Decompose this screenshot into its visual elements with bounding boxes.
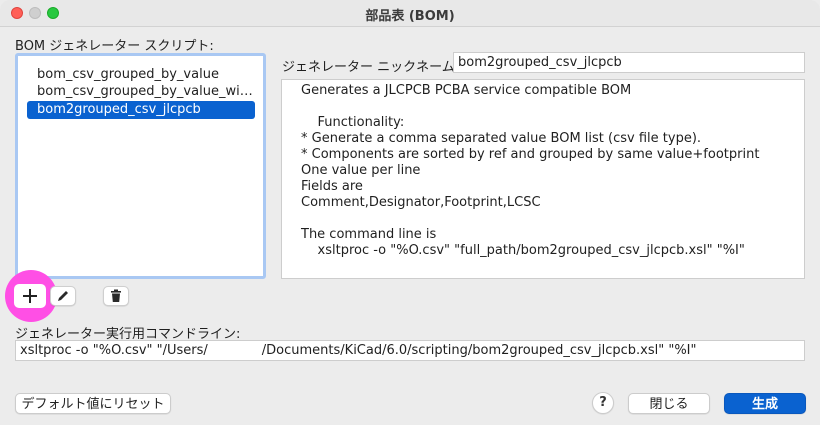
description-line [301, 211, 785, 227]
window-title: 部品表 (BOM) [365, 9, 455, 24]
description-text[interactable]: Generates a JLCPCB PCBA service compatib… [281, 79, 805, 279]
delete-script-button[interactable] [103, 286, 129, 306]
title-bar: 部品表 (BOM) [0, 0, 820, 27]
bom-dialog-window: 部品表 (BOM) BOM ジェネレーター スクリプト: bom_csv_gro… [0, 0, 820, 425]
description-line: * Components are sorted by ref and group… [301, 147, 760, 162]
list-item[interactable]: bom_csv_grouped_by_value_wit... [27, 83, 255, 101]
generate-button[interactable]: 生成 [724, 393, 806, 414]
description-line: Comment,Designator,Footprint,LCSC [301, 195, 541, 210]
reset-defaults-button[interactable]: デフォルト値にリセット [15, 393, 171, 414]
list-item-selected[interactable]: bom2grouped_csv_jlcpcb [27, 101, 255, 119]
description-line: * Generate a comma separated value BOM l… [301, 131, 702, 146]
command-suffix: /Documents/KiCad/6.0/scripting/bom2group… [261, 343, 697, 358]
nickname-field[interactable]: bom2grouped_csv_jlcpcb [453, 52, 805, 73]
pencil-icon [58, 291, 68, 301]
nickname-label: ジェネレーター ニックネーム: [282, 60, 460, 75]
trash-icon [111, 289, 121, 302]
description-line: Functionality: [301, 115, 405, 130]
bom-script-list[interactable]: bom_csv_grouped_by_value bom_csv_grouped… [15, 53, 266, 279]
help-button[interactable]: ? [592, 392, 614, 414]
redacted-username [207, 343, 262, 358]
description-line: Generates a JLCPCB PCBA service compatib… [301, 83, 632, 98]
description-line: The command line is [301, 227, 437, 242]
command-line-field[interactable]: xsltproc -o "%O.csv" "/Users/ /Documents/… [15, 340, 805, 361]
scripts-label: BOM ジェネレーター スクリプト: [15, 39, 214, 54]
description-line [301, 99, 785, 115]
close-button[interactable]: 閉じる [628, 393, 710, 414]
edit-script-button[interactable] [50, 286, 76, 306]
description-line: One value per line [301, 163, 421, 178]
command-prefix: xsltproc -o "%O.csv" "/Users/ [20, 343, 208, 358]
plus-icon [23, 289, 37, 303]
list-item[interactable]: bom_csv_grouped_by_value [27, 66, 255, 84]
description-line: xsltproc -o "%O.csv" "full_path/bom2grou… [301, 243, 745, 258]
add-script-button[interactable] [14, 284, 46, 308]
description-line: Fields are [301, 179, 363, 194]
